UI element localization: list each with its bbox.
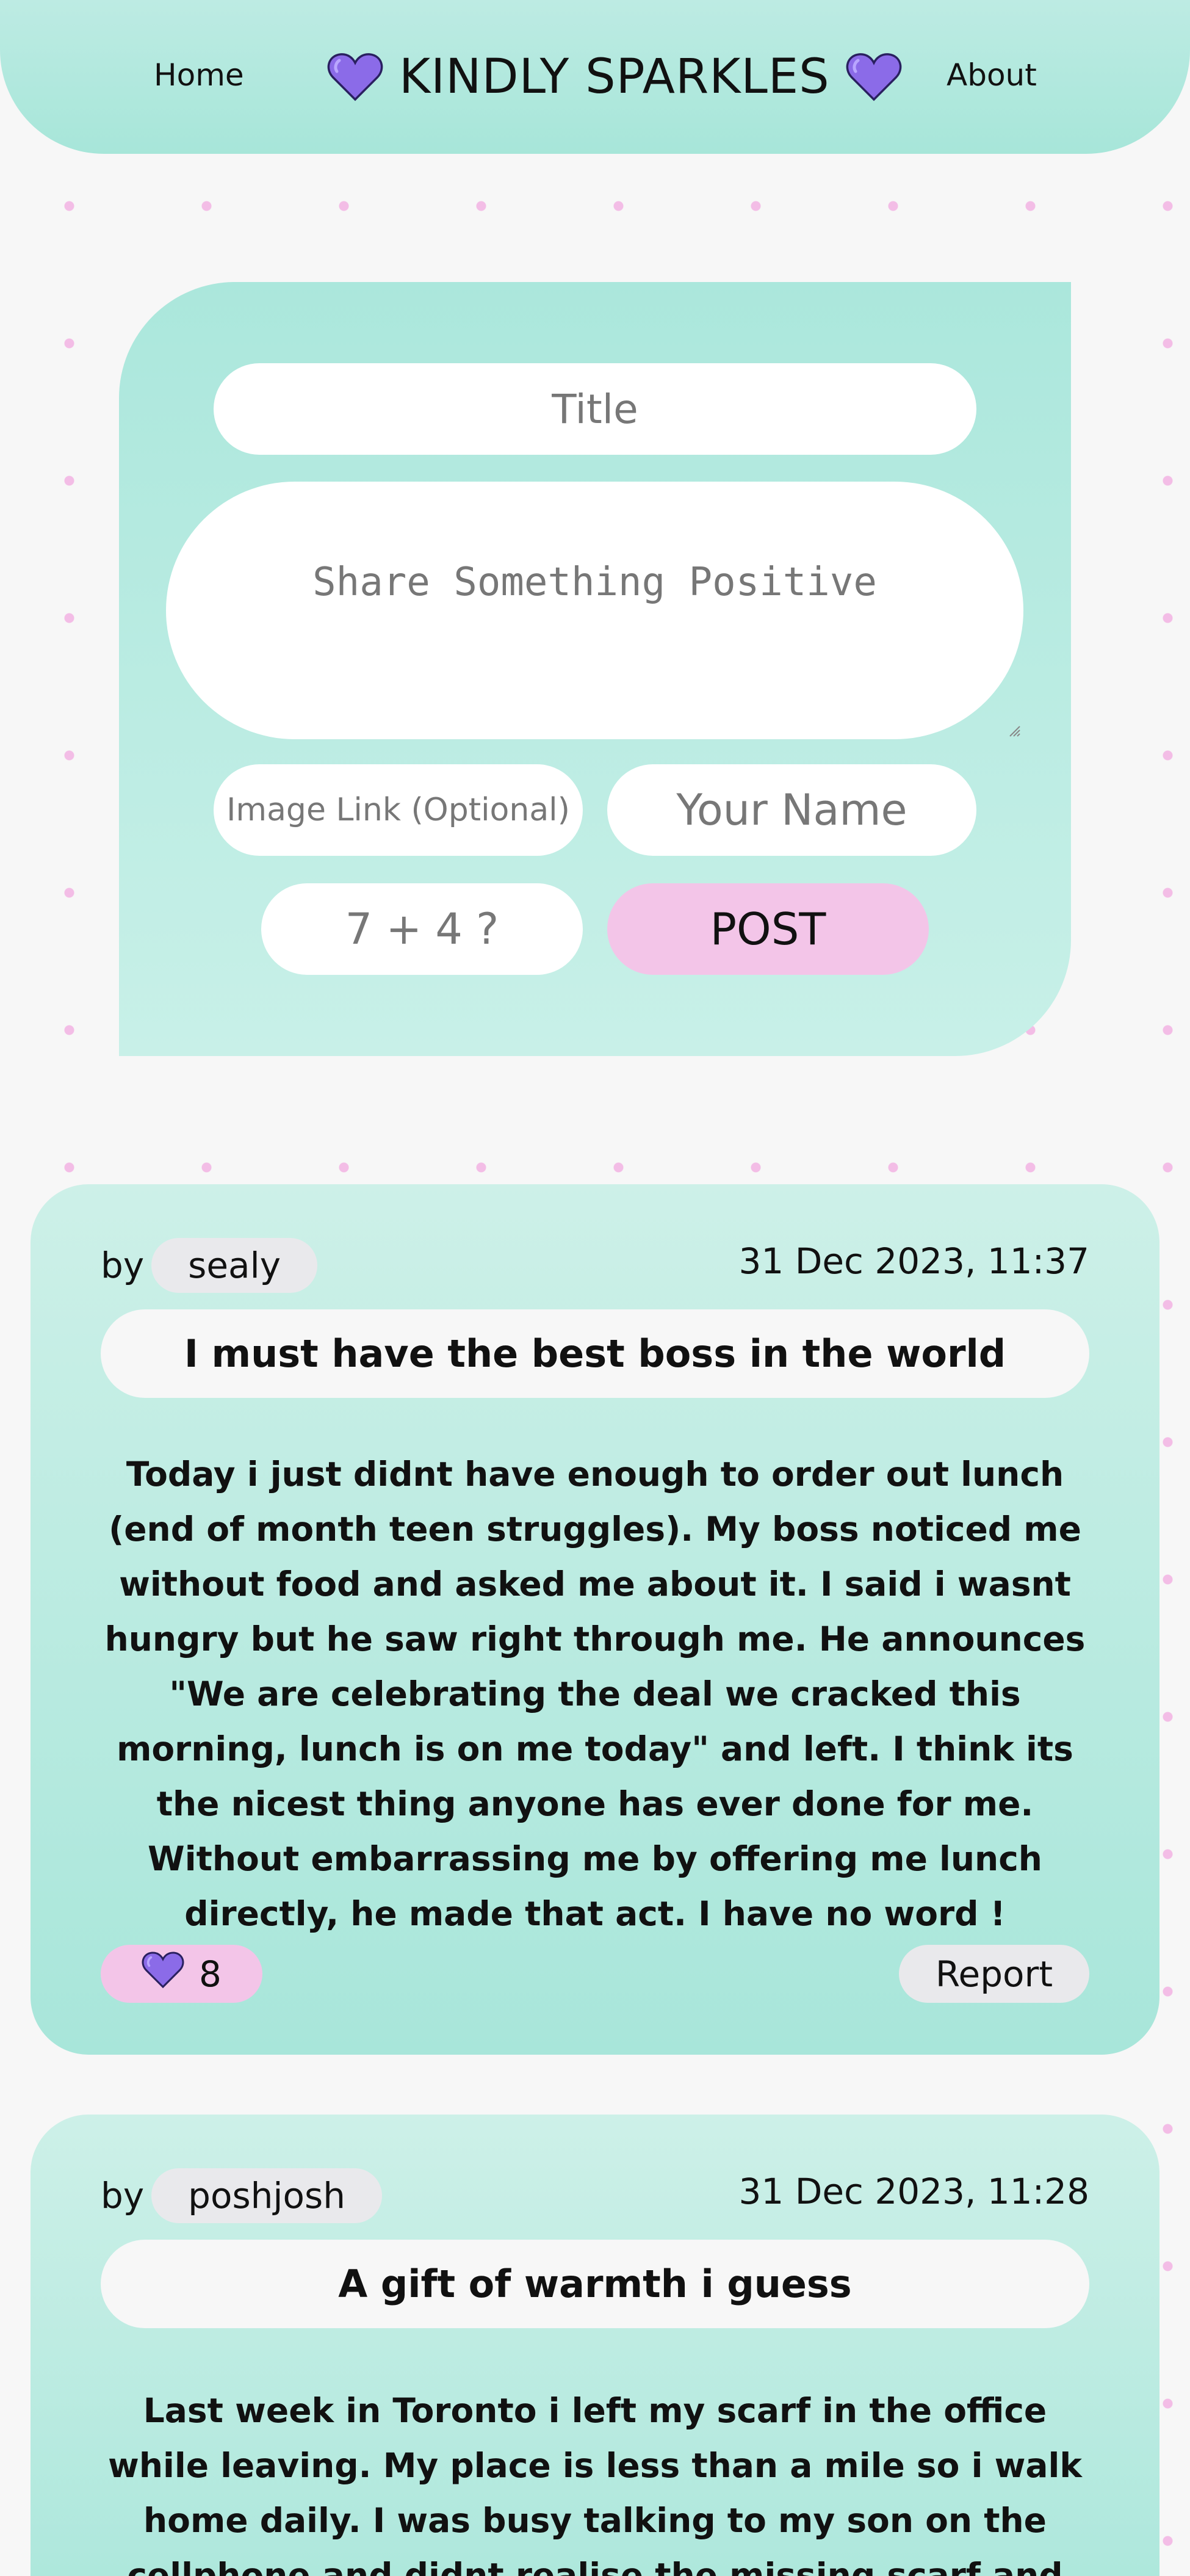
post-card: by poshjosh 31 Dec 2023, 11:28 A gift of… bbox=[31, 2115, 1159, 2576]
post-timestamp: 31 Dec 2023, 11:28 bbox=[738, 2171, 1089, 2212]
like-button[interactable]: 8 bbox=[101, 1945, 262, 2003]
name-input[interactable] bbox=[607, 764, 976, 856]
post-body: Today i just didnt have enough to order … bbox=[104, 1455, 1086, 1933]
post-form: POST bbox=[119, 282, 1071, 1056]
title-input[interactable] bbox=[214, 363, 976, 455]
like-count: 8 bbox=[199, 1953, 222, 1995]
site-header: Home KINDLY SPARKLES About bbox=[0, 0, 1190, 154]
image-link-input[interactable] bbox=[214, 764, 583, 856]
captcha-input[interactable] bbox=[261, 883, 583, 975]
nav-about-link[interactable]: About bbox=[947, 57, 1037, 93]
post-author-line: by poshjosh bbox=[101, 2168, 382, 2223]
by-label: by bbox=[101, 2175, 145, 2216]
post-title: I must have the best boss in the world bbox=[101, 1309, 1089, 1398]
by-label: by bbox=[101, 1245, 145, 1286]
heart-icon bbox=[327, 52, 383, 102]
heart-icon bbox=[846, 52, 902, 102]
heart-icon bbox=[142, 1951, 184, 1997]
post-author-line: by sealy bbox=[101, 1238, 318, 1293]
post-body: Last week in Toronto i left my scarf in … bbox=[108, 2391, 1082, 2576]
brand[interactable]: KINDLY SPARKLES bbox=[327, 48, 902, 106]
author-chip[interactable]: sealy bbox=[151, 1238, 318, 1293]
author-chip[interactable]: poshjosh bbox=[151, 2168, 382, 2223]
post-card: by sealy 31 Dec 2023, 11:37 I must have … bbox=[31, 1184, 1159, 2055]
post-button[interactable]: POST bbox=[607, 883, 929, 975]
nav-home-link[interactable]: Home bbox=[154, 57, 244, 93]
report-button[interactable]: Report bbox=[899, 1945, 1089, 2003]
site-title: KINDLY SPARKLES bbox=[399, 49, 830, 104]
post-timestamp: 31 Dec 2023, 11:37 bbox=[738, 1240, 1089, 1282]
message-textarea[interactable] bbox=[166, 482, 1023, 739]
post-title: A gift of warmth i guess bbox=[101, 2240, 1089, 2328]
resize-grip-icon[interactable] bbox=[1005, 722, 1021, 737]
